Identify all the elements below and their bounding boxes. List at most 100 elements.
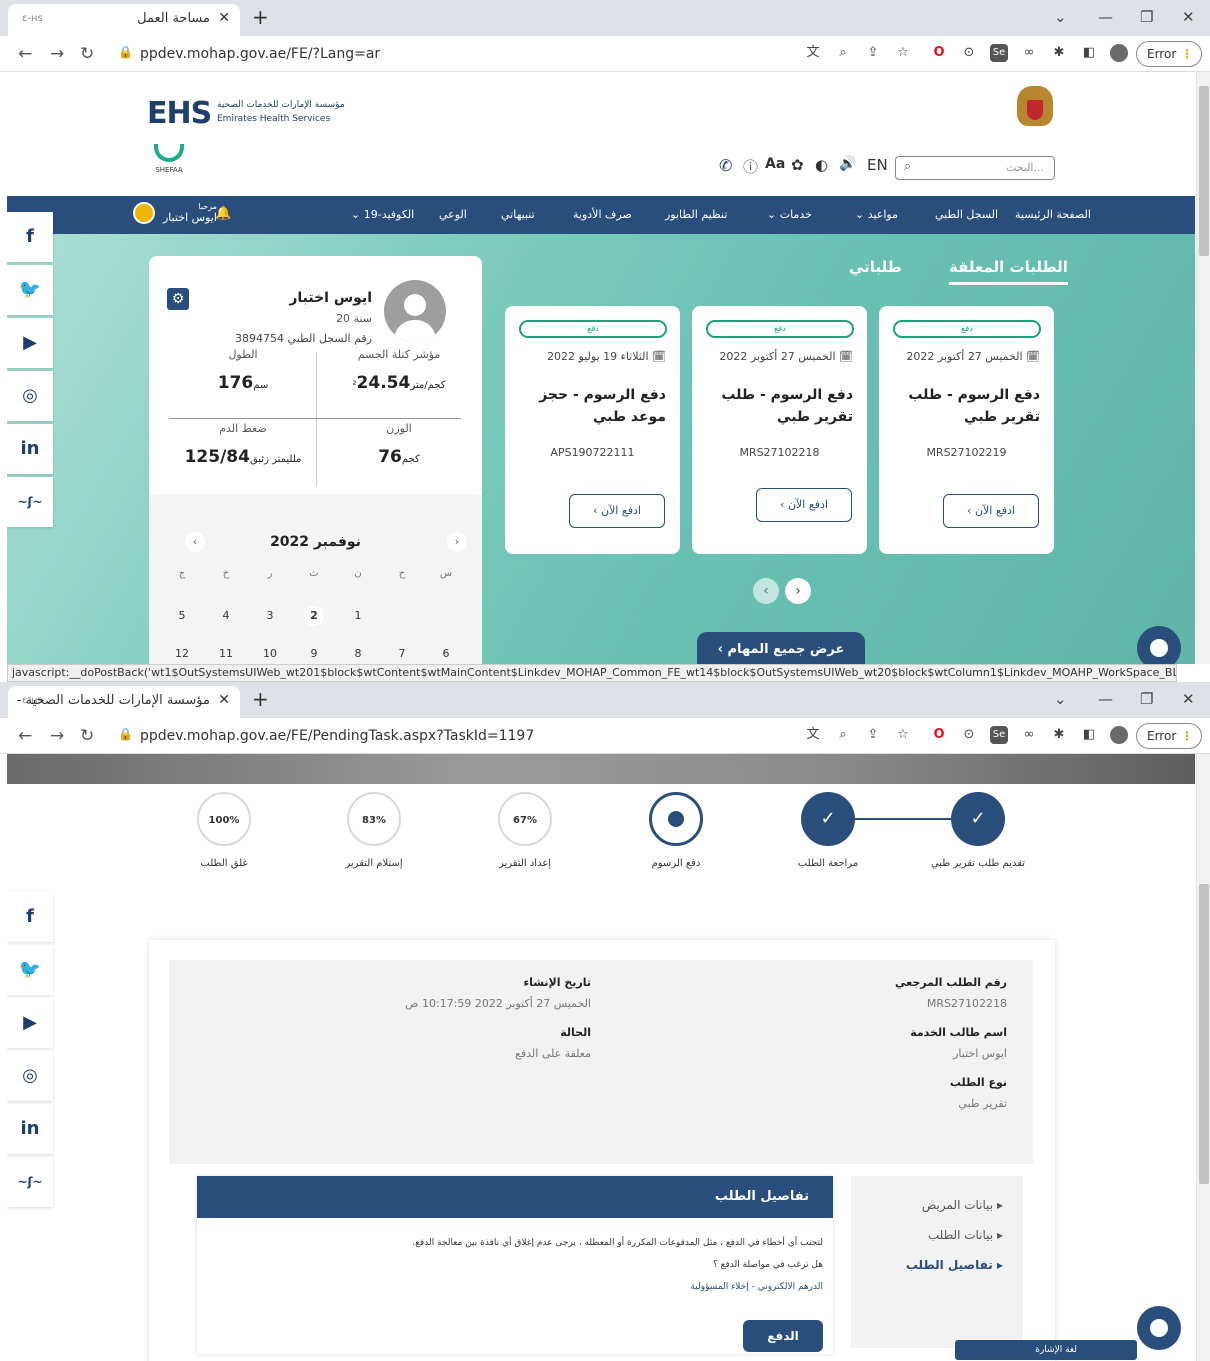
contrast-icon[interactable]: ◐ [815, 156, 828, 180]
opera-extension-icon[interactable]: O [930, 44, 948, 62]
close-tab-icon[interactable]: ✕ [218, 692, 230, 708]
back-icon[interactable]: ← [18, 726, 32, 746]
browser-tab-pending-task[interactable]: ε‑ʜs مؤسسة الإمارات للخدمات الصحية - ✕ [8, 686, 240, 718]
close-tab-icon[interactable]: ✕ [218, 10, 230, 26]
pay-button[interactable]: الدفع [743, 1320, 823, 1352]
vertical-scrollbar[interactable] [1196, 72, 1210, 664]
error-button[interactable]: Error ⋮ [1136, 723, 1202, 749]
tab-my-requests[interactable]: طلباتي [849, 258, 902, 276]
close-window-icon[interactable]: ✕ [1182, 690, 1195, 708]
twitter-icon[interactable]: 🐦 [7, 945, 53, 995]
language-toggle[interactable]: EN [867, 156, 888, 180]
nav-covid[interactable]: ⌄ الكوفيد-19 [351, 208, 414, 221]
calendar-day-today[interactable]: 2 [304, 606, 324, 626]
url-field[interactable]: ppdev.mohap.gov.ae/FE/?Lang=ar [140, 46, 380, 62]
calendar-day[interactable]: 9 [304, 644, 324, 664]
forward-icon[interactable]: → [50, 726, 64, 746]
extension-circle-icon[interactable]: ⊙ [960, 44, 978, 62]
new-tab-icon[interactable]: + [252, 5, 269, 29]
selenium-extension-icon[interactable]: Se [990, 726, 1008, 744]
pay-now-button[interactable]: ‹ ادفع الآن [943, 494, 1039, 528]
restore-icon[interactable]: ❐ [1140, 690, 1153, 708]
view-all-tasks-button[interactable]: ‹ عرض جميع المهام [697, 632, 865, 664]
search-input[interactable]: ⌕ البحث... [895, 156, 1055, 180]
theme-palette-icon[interactable]: ✿ [791, 156, 804, 180]
vertical-scrollbar[interactable] [1196, 754, 1210, 1361]
sign-language-bar[interactable]: لغة الإشارة [955, 1340, 1137, 1360]
share-icon[interactable]: ⇪ [864, 44, 882, 62]
nav-services[interactable]: ⌄ خدمات [767, 208, 812, 221]
shefaa-logo[interactable]: SHEFAA [152, 144, 186, 174]
forward-icon[interactable]: → [50, 44, 64, 64]
user-avatar[interactable] [133, 202, 155, 224]
browser-tab-workspace[interactable]: ε‑ʜs مساحة العمل ✕ [8, 4, 240, 36]
minimize-icon[interactable]: — [1098, 690, 1113, 708]
pay-now-button[interactable]: ‹ ادفع الآن [756, 488, 852, 522]
extension-circle-icon[interactable]: ⊙ [960, 726, 978, 744]
extensions-puzzle-icon[interactable]: ✱ [1050, 726, 1068, 744]
side-nav-request-details[interactable]: ▸ تفاصيل الطلب [906, 1258, 1003, 1272]
instagram-icon[interactable]: ◎ [7, 371, 53, 421]
opera-extension-icon[interactable]: O [930, 726, 948, 744]
chat-bubble-icon[interactable] [1137, 1306, 1181, 1350]
error-button[interactable]: Error ⋮ [1136, 41, 1202, 67]
calendar-day[interactable]: 6 [436, 644, 456, 664]
twitter-icon[interactable]: 🐦 [7, 265, 53, 315]
menu-dots-icon[interactable]: ⋮ [1181, 724, 1193, 748]
facebook-icon[interactable]: f [7, 892, 53, 942]
bookmark-star-icon[interactable]: ☆ [894, 44, 912, 62]
user-menu[interactable]: مرحبا ايوس اختبار [163, 202, 217, 224]
calendar-day[interactable]: 8 [348, 644, 368, 664]
translate-icon[interactable]: 文 [804, 44, 822, 62]
close-window-icon[interactable]: ✕ [1182, 8, 1195, 26]
disclaimer-link[interactable]: الدرهم الالكتروني - إخلاء المسؤولية [690, 1282, 823, 1292]
youtube-icon[interactable]: ▶ [7, 998, 53, 1048]
speaker-icon[interactable]: 🔊 [839, 156, 856, 180]
nav-home[interactable]: الصفحة الرئيسية [1015, 208, 1091, 221]
nav-awareness[interactable]: الوعي [439, 208, 467, 221]
tab-pending-requests[interactable]: الطلبات المعلقة [949, 258, 1068, 285]
side-panel-icon[interactable]: ◧ [1080, 44, 1098, 62]
selenium-extension-icon[interactable]: Se [990, 44, 1008, 62]
url-field[interactable]: ppdev.mohap.gov.ae/FE/PendingTask.aspx?T… [140, 728, 534, 744]
extensions-puzzle-icon[interactable]: ✱ [1050, 44, 1068, 62]
font-size-button[interactable]: Aa [765, 156, 785, 180]
signature-icon[interactable]: ~ʃ~ [7, 477, 53, 527]
calendar-day[interactable]: 11 [216, 644, 236, 664]
signature-icon[interactable]: ~ʃ~ [7, 1157, 53, 1207]
phone-icon[interactable]: ✆ [719, 156, 732, 180]
side-nav-request-data[interactable]: ▸ بيانات الطلب [928, 1228, 1003, 1242]
calendar-day[interactable]: 12 [172, 644, 192, 664]
calendar-day[interactable]: 7 [392, 644, 412, 664]
extension-link-icon[interactable]: ∞ [1020, 726, 1038, 744]
calendar-day[interactable]: 10 [260, 644, 280, 664]
nav-pharmacy[interactable]: صرف الأدوية [573, 208, 632, 221]
ehs-logo[interactable]: EHS مؤسسة الإمارات للخدمات الصحية Emirat… [147, 96, 345, 131]
calendar-day[interactable]: 4 [216, 606, 236, 626]
share-icon[interactable]: ⇪ [864, 726, 882, 744]
profile-avatar-icon[interactable] [1110, 726, 1128, 744]
bell-icon[interactable]: 🔔 [215, 206, 231, 221]
side-panel-icon[interactable]: ◧ [1080, 726, 1098, 744]
linkedin-icon[interactable]: in [7, 424, 53, 474]
minimize-icon[interactable]: — [1098, 8, 1113, 26]
scrollbar-thumb[interactable] [1199, 86, 1209, 256]
facebook-icon[interactable]: f [7, 212, 53, 262]
calendar-day[interactable]: 5 [172, 606, 192, 626]
nav-alerts[interactable]: تنبيهاتي [501, 208, 535, 221]
zoom-icon[interactable]: ⌕ [834, 726, 852, 744]
linkedin-icon[interactable]: in [7, 1104, 53, 1154]
calendar-day[interactable]: 3 [260, 606, 280, 626]
translate-icon[interactable]: 文 [804, 726, 822, 744]
carousel-next-icon[interactable]: › [785, 578, 811, 604]
bookmark-star-icon[interactable]: ☆ [894, 726, 912, 744]
zoom-icon[interactable]: ⌕ [834, 44, 852, 62]
extension-link-icon[interactable]: ∞ [1020, 44, 1038, 62]
carousel-prev-icon[interactable]: ‹ [753, 578, 779, 604]
scrollbar-thumb[interactable] [1199, 884, 1209, 1184]
nav-appointments[interactable]: ⌄ مواعيد [855, 208, 898, 221]
nav-queue[interactable]: تنظيم الطابور [665, 208, 727, 221]
tab-search-icon[interactable]: ⌄ [1054, 690, 1067, 708]
new-tab-icon[interactable]: + [252, 687, 269, 711]
reload-icon[interactable]: ↻ [80, 44, 94, 64]
